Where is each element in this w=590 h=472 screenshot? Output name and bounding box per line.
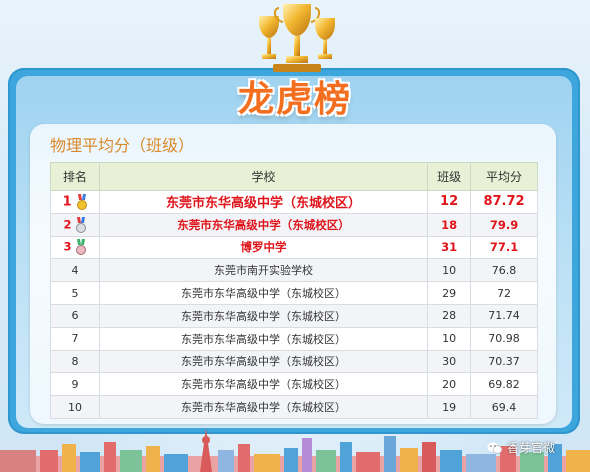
header-school: 学校: [98, 162, 429, 191]
school-name: 东莞市东华高级中学（东城校区）: [98, 326, 429, 351]
class-number: 20: [427, 372, 472, 397]
table-row: 7 东莞市东华高级中学（东城校区） 10 70.98: [50, 326, 538, 351]
table-row: 3 博罗中学 31 77.1: [50, 235, 538, 260]
average-score: 71.74: [470, 303, 538, 328]
average-score: 77.1: [470, 235, 538, 260]
school-name: 东莞市东华高级中学（东城校区）: [98, 190, 429, 214]
class-number: 28: [427, 303, 472, 328]
class-number: 10: [427, 326, 472, 351]
table-row: 4 东莞市南开实验学校 10 76.8: [50, 258, 538, 283]
banner-title: 龙虎榜: [237, 79, 352, 120]
table-row: 6 东莞市东华高级中学（东城校区） 28 71.74: [50, 303, 538, 328]
table-header-row: 排名 学校 班级 平均分: [50, 162, 538, 191]
school-name: 东莞市东华高级中学（东城校区）: [98, 303, 429, 328]
table-row: 9 东莞市东华高级中学（东城校区） 20 69.82: [50, 372, 538, 397]
class-number: 31: [427, 235, 472, 260]
rank-number: 5: [50, 281, 100, 305]
average-score: 70.37: [470, 349, 538, 374]
school-name: 东莞市东华高级中学（东城校区）: [98, 349, 429, 374]
class-number: 30: [427, 349, 472, 374]
average-score: 87.72: [470, 190, 538, 214]
rank-number: 10: [50, 395, 100, 419]
rank-cell: 1: [50, 190, 100, 214]
average-score: 72: [470, 281, 538, 305]
silver-medal-icon: [76, 216, 87, 233]
ranking-table: 排名 学校 班级 平均分 1 东莞市东华高级中学（东城校区） 12 87.72 …: [50, 162, 538, 419]
section-title: 物理平均分（班级）: [50, 136, 195, 155]
rank-number: 3: [63, 239, 72, 254]
average-score: 76.8: [470, 258, 538, 283]
rank-number: 6: [50, 303, 100, 328]
class-number: 29: [427, 281, 472, 305]
class-number: 19: [427, 395, 472, 419]
rank-number: 2: [63, 217, 72, 232]
rank-number: 9: [50, 372, 100, 397]
rank-cell: 3: [50, 235, 100, 260]
table-row: 10 东莞市东华高级中学（东城校区） 19 69.4: [50, 395, 538, 419]
header-class: 班级: [427, 162, 472, 191]
school-name: 东莞市东华高级中学（东城校区）: [98, 395, 429, 419]
class-number: 10: [427, 258, 472, 283]
average-score: 70.98: [470, 326, 538, 351]
header-rank: 排名: [50, 162, 100, 191]
class-number: 18: [427, 212, 472, 237]
school-name: 东莞市东华高级中学（东城校区）: [98, 281, 429, 305]
school-name: 东莞市东华高级中学（东城校区）: [98, 372, 429, 397]
rank-number: 4: [50, 258, 100, 283]
rank-number: 7: [50, 326, 100, 351]
average-score: 79.9: [470, 212, 538, 237]
watermark-text: 香芽官微: [507, 441, 556, 455]
rank-cell: 2: [50, 212, 100, 237]
school-name: 东莞市南开实验学校: [98, 258, 429, 283]
table-row: 1 东莞市东华高级中学（东城校区） 12 87.72: [50, 190, 538, 214]
table-row: 2 东莞市东华高级中学（东城校区） 18 79.9: [50, 212, 538, 237]
watermark: 香芽官微: [487, 439, 555, 456]
table-row: 5 东莞市东华高级中学（东城校区） 29 72: [50, 281, 538, 305]
school-name: 博罗中学: [98, 235, 429, 260]
gold-medal-icon: [77, 193, 88, 210]
class-number: 12: [427, 190, 472, 214]
average-score: 69.82: [470, 372, 538, 397]
header-average: 平均分: [470, 162, 538, 191]
school-name: 东莞市东华高级中学（东城校区）: [98, 212, 429, 237]
average-score: 69.4: [470, 395, 538, 419]
rank-number: 1: [62, 194, 72, 210]
bronze-medal-icon: [76, 239, 87, 256]
rank-number: 8: [50, 349, 100, 374]
table-row: 8 东莞市东华高级中学（东城校区） 30 70.37: [50, 349, 538, 374]
wechat-icon: [487, 442, 503, 454]
